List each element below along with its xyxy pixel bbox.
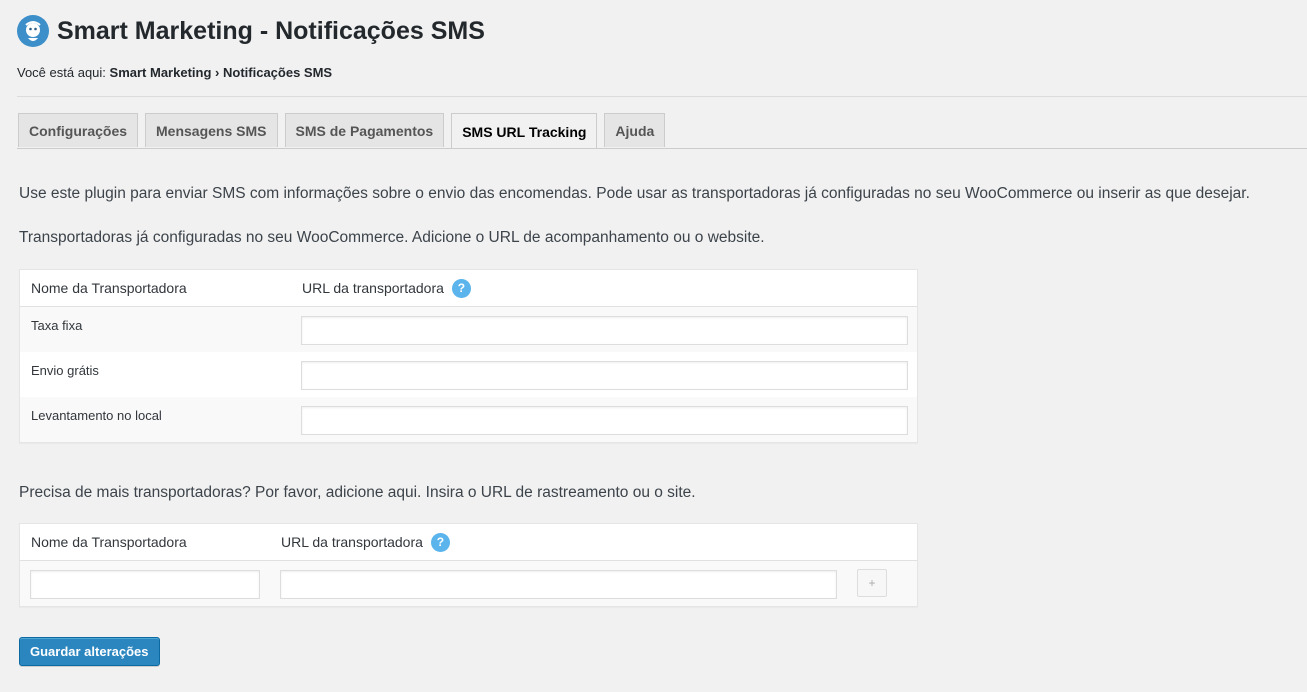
carrier-name: Levantamento no local — [31, 408, 162, 423]
configured-description: Transportadoras já configuradas no seu W… — [19, 229, 765, 246]
add-carrier-button[interactable]: + — [857, 569, 887, 597]
custom-carriers-table: Nome da Transportadora URL da transporta… — [19, 523, 918, 607]
save-changes-button[interactable]: Guardar alterações — [19, 637, 160, 666]
tab-ajuda[interactable]: Ajuda — [604, 113, 666, 147]
more-carriers-description: Precisa de mais transportadoras? Por fav… — [19, 484, 696, 501]
breadcrumb-prefix: Você está aqui: — [17, 65, 106, 80]
custom-carrier-name-input[interactable] — [30, 570, 260, 599]
plus-icon: + — [868, 576, 876, 590]
custom-carrier-url-input[interactable] — [280, 570, 837, 599]
table-header: Nome da Transportadora URL da transporta… — [20, 524, 917, 561]
help-question-icon[interactable]: ? — [430, 532, 450, 552]
tab-configuracoes[interactable]: Configurações — [18, 113, 139, 147]
column-header-url-label: URL da transportadora — [302, 280, 444, 296]
carrier-name: Taxa fixa — [31, 318, 83, 333]
configured-carriers-table: Nome da Transportadora URL da transporta… — [19, 269, 918, 443]
carrier-url-input-taxa-fixa[interactable] — [301, 316, 908, 345]
table-row: Levantamento no local — [20, 397, 917, 442]
breadcrumb-separator: › — [215, 65, 220, 80]
table-row: Taxa fixa — [20, 307, 917, 352]
tab-bar: Configurações Mensagens SMS SMS de Pagam… — [18, 113, 672, 149]
intro-description: Use este plugin para enviar SMS com info… — [19, 185, 1250, 202]
page-title: Smart Marketing - Notificações SMS — [57, 17, 485, 45]
table-row: + — [20, 561, 917, 606]
header-divider — [17, 96, 1307, 97]
carrier-name: Envio grátis — [31, 363, 99, 378]
page-header: Smart Marketing - Notificações SMS — [17, 15, 485, 47]
carrier-url-input-levantamento[interactable] — [301, 406, 908, 435]
breadcrumb-item-smart-marketing[interactable]: Smart Marketing — [110, 65, 212, 80]
tab-sms-pagamentos[interactable]: SMS de Pagamentos — [284, 113, 445, 147]
mascot-logo-icon — [17, 15, 49, 47]
table-header: Nome da Transportadora URL da transporta… — [20, 270, 917, 307]
tab-mensagens-sms[interactable]: Mensagens SMS — [145, 113, 278, 147]
tab-baseline — [17, 148, 1307, 149]
column-header-name: Nome da Transportadora — [31, 534, 187, 550]
column-header-url: URL da transportadora ? — [302, 278, 471, 298]
breadcrumb: Você está aqui: Smart Marketing › Notifi… — [17, 65, 332, 80]
help-question-icon[interactable]: ? — [451, 278, 471, 298]
column-header-url: URL da transportadora ? — [281, 532, 450, 552]
column-header-url-label: URL da transportadora — [281, 534, 423, 550]
carrier-url-input-envio-gratis[interactable] — [301, 361, 908, 390]
column-header-name: Nome da Transportadora — [31, 280, 187, 296]
table-row: Envio grátis — [20, 352, 917, 397]
tab-sms-url-tracking[interactable]: SMS URL Tracking — [451, 113, 598, 149]
settings-page: Smart Marketing - Notificações SMS Você … — [0, 0, 1307, 692]
breadcrumb-item-notificacoes: Notificações SMS — [223, 65, 333, 80]
